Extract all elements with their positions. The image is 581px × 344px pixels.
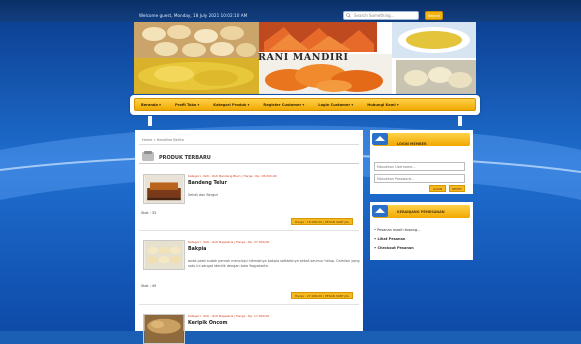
- checkout-link[interactable]: • Checkout Pesanan: [374, 246, 414, 250]
- banner-photo-cassava-chips: [134, 58, 259, 94]
- product-name[interactable]: Keripik Oncom: [188, 321, 227, 326]
- section-icon: [142, 151, 154, 161]
- cart-empty-note: • Pesanan masih kosong...: [374, 228, 421, 232]
- widget-title: LOGIN MEMBER: [397, 142, 427, 146]
- pin-left: [148, 116, 152, 126]
- product-category: Kategori : Roti - Roti Bandeng Bisin | H…: [188, 174, 277, 178]
- brand-title: RANI MANDIRI: [258, 52, 349, 63]
- product-stock: Stok : 49: [141, 284, 157, 288]
- product-description: anda pasti sudah pernah mencicipi nikmat…: [188, 259, 360, 268]
- search-icon: [346, 13, 351, 18]
- product-stock: Stok : 33: [141, 211, 157, 215]
- nav-item-kategori-produk[interactable]: Kategori Produk ▾: [213, 103, 249, 107]
- lock-icon: [372, 133, 388, 145]
- login-widget: LOGIN MEMBER Masukkan Username... Masukk…: [370, 130, 473, 194]
- nav-item-profil-toko[interactable]: Profil Toko ▾: [175, 103, 199, 107]
- nav-item-hubungi-kami[interactable]: Hubungi Kami ▾: [367, 103, 399, 107]
- breadcrumb[interactable]: Home » Headline Berita: [142, 138, 184, 142]
- banner-photo-red-chips: [259, 22, 377, 52]
- search-input[interactable]: Search Something...: [343, 11, 419, 20]
- divider: [139, 144, 359, 145]
- view-order-link[interactable]: • Lihat Pesanan: [374, 237, 405, 241]
- divider: [139, 163, 359, 164]
- product-name[interactable]: Bandeng Telur: [188, 181, 227, 186]
- username-field[interactable]: Masukkan Username...: [374, 162, 465, 171]
- cart-icon: [372, 205, 388, 217]
- product-description: Sehat dan Bergizi: [188, 193, 218, 197]
- product-name[interactable]: Bakpia: [188, 247, 206, 252]
- main-content: Home » Headline Berita PRODUK TERBARU Ka…: [135, 130, 363, 344]
- nav-item-login-customer[interactable]: Login Customer ▾: [318, 103, 353, 107]
- product-category: Kategori : Roti - Roti Bagelaria | Harga…: [188, 314, 270, 318]
- reset-button[interactable]: RESET: [449, 185, 465, 192]
- banner-photo-crackers: [396, 60, 476, 94]
- order-button[interactable]: Harga : 27.000,00 | PESAN SKRT JAL: [291, 292, 354, 299]
- search-button[interactable]: Search: [425, 11, 443, 20]
- banner-photo-chips-plate: [392, 22, 476, 58]
- product-image-bakpia[interactable]: [143, 240, 185, 270]
- product-image-keripik-oncom[interactable]: [143, 314, 185, 344]
- product-category: Kategori : Roti - Roti Bagelaria | Harga…: [188, 240, 270, 244]
- divider: [139, 304, 359, 305]
- top-bar: [0, 0, 581, 22]
- banner-photo-bakpia: [134, 22, 259, 58]
- product-image-bandeng-telur[interactable]: [143, 174, 185, 204]
- main-navigation: Beranda ▾ Profil Toko ▾ Kategori Produk …: [130, 95, 480, 115]
- login-button[interactable]: LOGIN: [429, 185, 446, 192]
- nav-item-register-customer[interactable]: Register Customer ▾: [263, 103, 304, 107]
- section-title: PRODUK TERBARU: [159, 155, 211, 161]
- welcome-text: Welcome guest, Monday, 18 July 2021 10:0…: [139, 13, 248, 18]
- password-field[interactable]: Masukkan Password...: [374, 174, 465, 183]
- cart-widget: KERANJANG PEMESANAN • Pesanan masih koso…: [370, 202, 473, 260]
- divider: [139, 230, 359, 231]
- nav-item-beranda[interactable]: Beranda ▾: [141, 103, 161, 107]
- order-button[interactable]: Harga : 18.000,00 | PESAN SKRT JAL: [291, 218, 354, 225]
- nav-bar: Beranda ▾ Profil Toko ▾ Kategori Produk …: [134, 98, 476, 111]
- pin-right: [458, 116, 462, 126]
- widget-title: KERANJANG PEMESANAN: [397, 210, 445, 214]
